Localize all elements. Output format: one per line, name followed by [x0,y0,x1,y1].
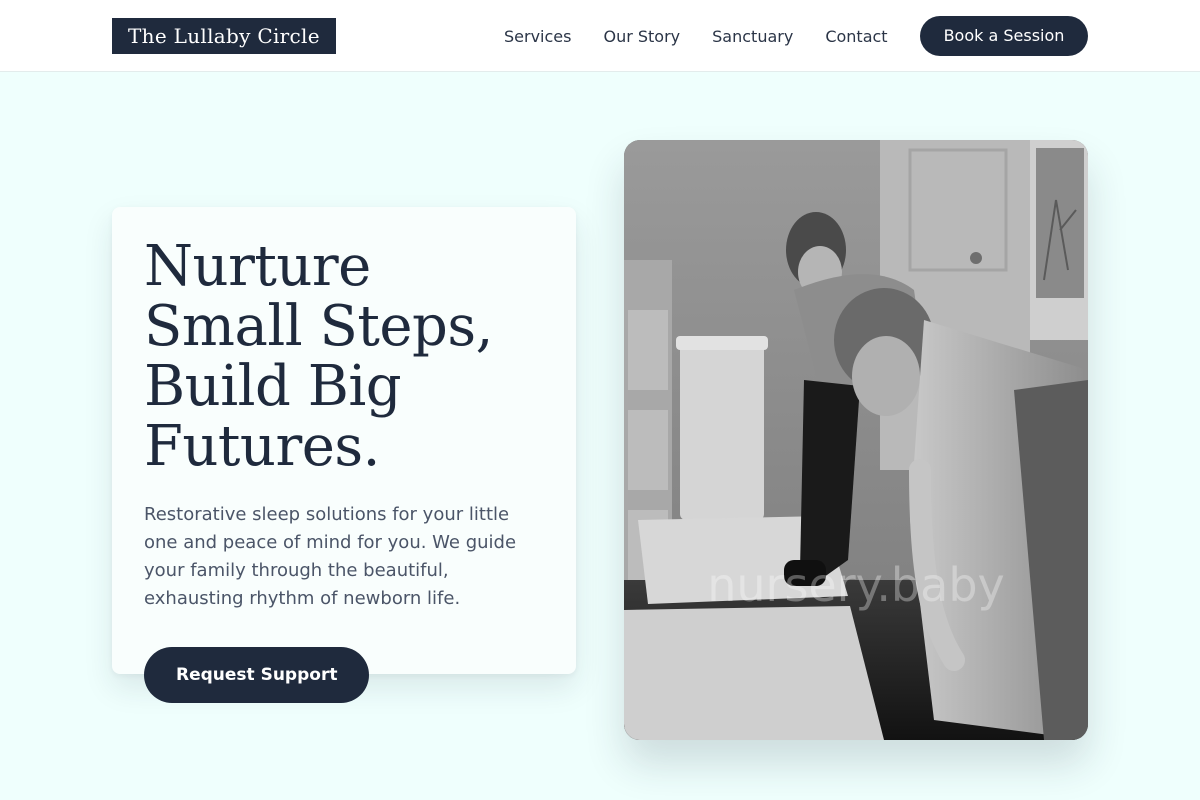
nav-link-sanctuary[interactable]: Sanctuary [696,27,809,46]
request-support-button[interactable]: Request Support [144,647,370,703]
nav-link-our-story[interactable]: Our Story [587,27,696,46]
hero-title: Nurture Small Steps, Build Big Futures. [144,234,493,479]
nav-link-services[interactable]: Services [488,27,587,46]
nav-link-contact[interactable]: Contact [809,27,903,46]
book-session-button[interactable]: Book a Session [919,16,1089,56]
photo-illustration [624,140,1088,740]
main-nav: Services Our Story Sanctuary Contact Boo… [488,16,1089,56]
hero-photo: nursery.baby [624,140,1088,740]
site-header: The Lullaby Circle Services Our Story Sa… [0,0,1200,72]
hero-subtitle: Restorative sleep solutions for your lit… [144,504,517,609]
site-logo[interactable]: The Lullaby Circle [112,18,336,54]
hero-card: Nurture Small Steps, Build Big Futures. … [112,207,576,703]
